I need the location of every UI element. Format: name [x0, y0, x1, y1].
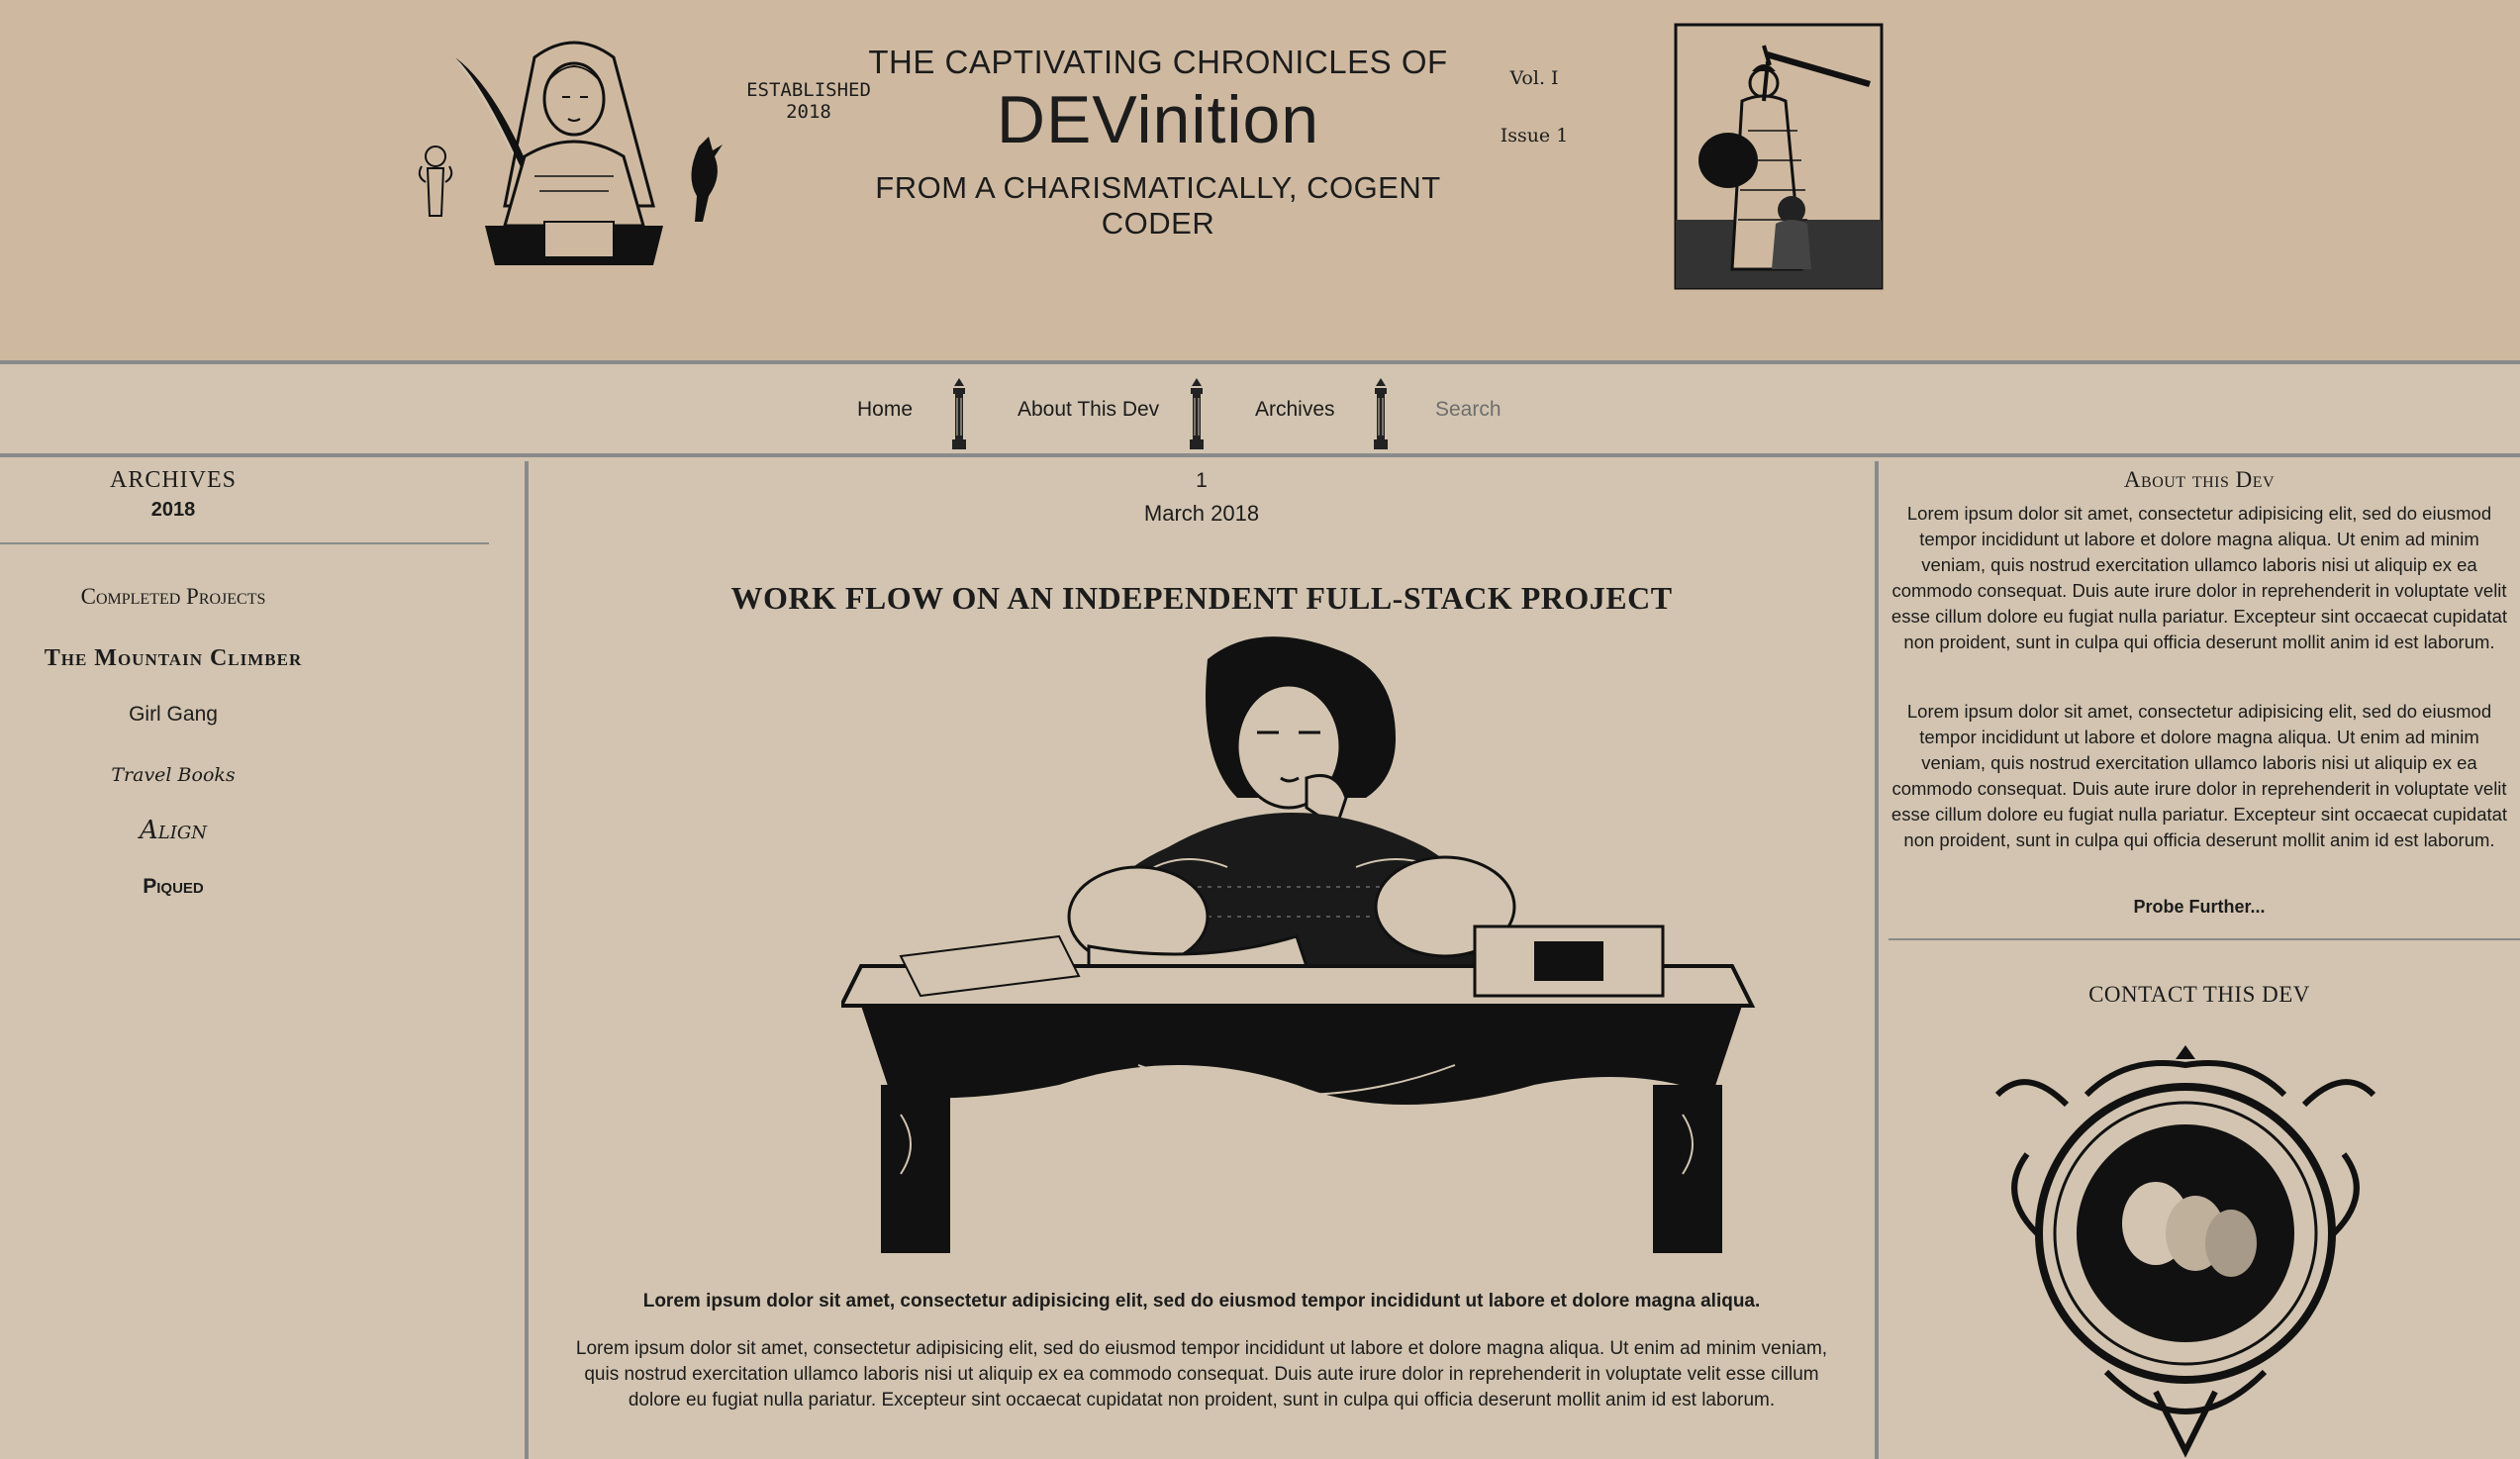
project-link-girl-gang[interactable]: Girl Gang — [0, 703, 346, 727]
about-paragraph: Lorem ipsum dolor sit amet, consectetur … — [1890, 503, 2508, 652]
archives-heading: ARCHIVES — [109, 467, 237, 493]
project-link-travel-books[interactable]: Travel Books — [0, 764, 346, 786]
column-pillar-icon — [1184, 376, 1210, 451]
post-day: 1 — [1196, 469, 1208, 492]
post-body: Lorem ipsum dolor sit amet, consectetur … — [575, 1338, 1828, 1410]
divider — [0, 542, 489, 544]
project-link-mountain-climber[interactable]: The Mountain Climber — [0, 645, 346, 672]
post-title: WORK FLOW ON AN INDEPENDENT FULL-STACK P… — [730, 580, 1673, 616]
site-title: DEVinition — [996, 82, 1320, 157]
divider — [1889, 938, 2520, 940]
right-sidebar: About this Dev Lorem ipsum dolor sit ame… — [1879, 461, 2520, 1459]
about-paragraph: Lorem ipsum dolor sit amet, consectetur … — [1890, 701, 2508, 850]
volume-label: Vol. I — [1509, 67, 1559, 89]
writing-woman-engraving — [416, 28, 732, 285]
masthead-kicker: THE CAPTIVATING CHRONICLES OF — [868, 44, 1448, 80]
issue-label: Issue 1 — [1500, 125, 1569, 146]
about-heading: About this Dev — [2123, 467, 2276, 492]
nav-archives[interactable]: Archives — [1255, 398, 1335, 422]
post-date: March 2018 — [1143, 501, 1260, 526]
woman-at-desk-engraving — [837, 630, 1764, 1263]
projects-heading: Completed Projects — [80, 584, 266, 609]
probe-further-link[interactable]: Probe Further... — [1879, 897, 2520, 918]
search-input[interactable] — [1435, 392, 1613, 428]
sword-maiden-engraving — [1673, 22, 1885, 291]
archive-year-link[interactable]: 2018 — [0, 499, 346, 522]
contact-heading: CONTACT THIS DEV — [2088, 982, 2310, 1007]
masthead: ESTABLISHED 2018 THE CAPTIVATING CHRONIC… — [0, 0, 2520, 364]
project-link-piqued[interactable]: Piqued — [0, 875, 346, 899]
post-article: 1 March 2018 WORK FLOW ON AN INDEPENDENT… — [529, 461, 1875, 1459]
column-pillar-icon — [1368, 376, 1394, 451]
project-link-align[interactable]: Align — [0, 816, 346, 845]
masthead-byline: FROM A CHARISMATICALLY, COGENT CODER — [875, 170, 1441, 241]
ornate-frame-portrait[interactable] — [1987, 1035, 2383, 1459]
nav-about[interactable]: About This Dev — [1018, 398, 1159, 422]
main-nav: Home About This Dev Archives — [0, 368, 2520, 457]
left-sidebar: ARCHIVES 2018 Completed Projects The Mou… — [0, 461, 525, 1459]
post-lede: Lorem ipsum dolor sit amet, consectetur … — [642, 1291, 1761, 1312]
column-pillar-icon — [946, 376, 972, 451]
nav-home[interactable]: Home — [857, 398, 913, 422]
